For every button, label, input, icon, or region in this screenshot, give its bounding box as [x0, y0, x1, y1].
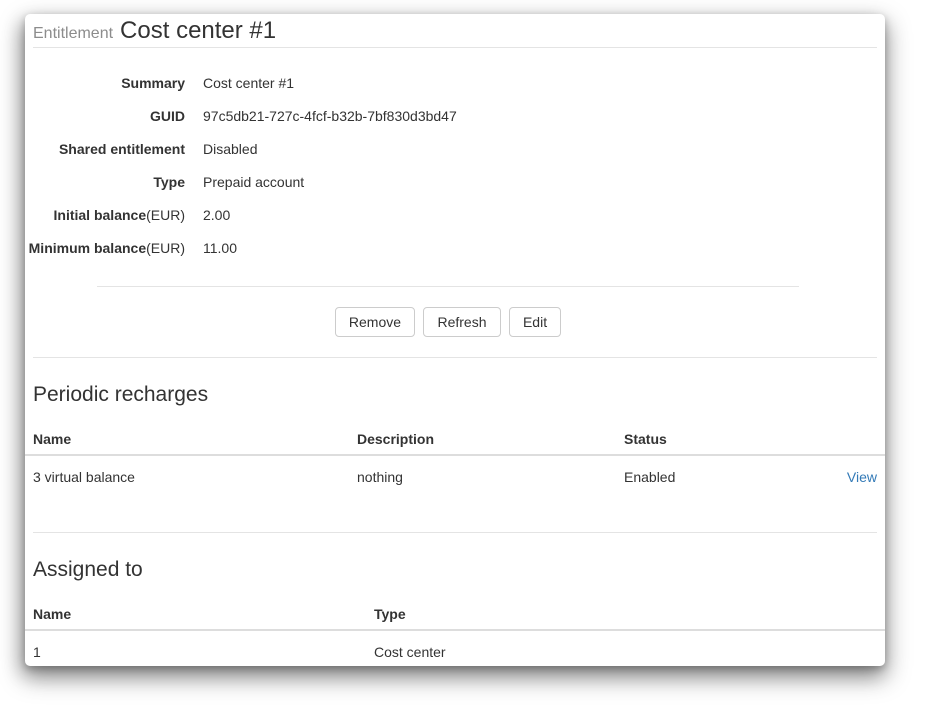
page-header: Entitlement Cost center #1	[33, 14, 877, 48]
detail-value: Disabled	[185, 140, 257, 159]
detail-label-text: Shared entitlement	[59, 141, 185, 157]
detail-label: Shared entitlement	[25, 140, 185, 159]
details-list: Summary Cost center #1 GUID 97c5db21-727…	[25, 74, 885, 258]
assigned-to-heading: Assigned to	[33, 557, 877, 583]
table-row: 3 virtual balance nothing Enabled View	[25, 455, 885, 503]
assigned-name-cell: 1	[25, 630, 366, 666]
action-buttons: Remove Refresh Edit	[97, 307, 799, 337]
periodic-recharges-heading: Periodic recharges	[33, 382, 877, 408]
remove-button[interactable]: Remove	[335, 307, 415, 337]
recharge-action-cell: View	[812, 455, 885, 503]
detail-label-suffix: (EUR)	[146, 240, 185, 256]
detail-row-shared-entitlement: Shared entitlement Disabled	[25, 140, 885, 159]
form-actions-divider	[97, 286, 799, 287]
detail-label: GUID	[25, 107, 185, 126]
detail-label-text: Minimum balance	[29, 240, 146, 256]
detail-label: Minimum balance(EUR)	[25, 239, 185, 258]
recharge-description-cell: nothing	[349, 455, 616, 503]
column-header-actions	[812, 424, 885, 455]
detail-row-guid: GUID 97c5db21-727c-4fcf-b32b-7bf830d3bd4…	[25, 107, 885, 126]
column-header-type: Type	[366, 599, 885, 630]
assigned-type-cell: Cost center	[366, 630, 885, 666]
detail-label: Summary	[25, 74, 185, 93]
entitlement-detail-card: Entitlement Cost center #1 Summary Cost c…	[25, 14, 885, 666]
table-header-row: Name Description Status	[25, 424, 885, 455]
assigned-to-table: Name Type 1 Cost center	[25, 599, 885, 666]
section-divider	[33, 357, 877, 358]
detail-row-initial-balance: Initial balance(EUR) 2.00	[25, 206, 885, 225]
column-header-name: Name	[25, 424, 349, 455]
detail-value: Prepaid account	[185, 173, 304, 192]
detail-label-text: GUID	[150, 108, 185, 124]
edit-button[interactable]: Edit	[509, 307, 561, 337]
table-row: 1 Cost center	[25, 630, 885, 666]
recharge-name-cell: 3 virtual balance	[25, 455, 349, 503]
column-header-status: Status	[616, 424, 812, 455]
refresh-button[interactable]: Refresh	[423, 307, 500, 337]
view-link[interactable]: View	[847, 469, 877, 485]
column-header-name: Name	[25, 599, 366, 630]
detail-row-type: Type Prepaid account	[25, 173, 885, 192]
column-header-description: Description	[349, 424, 616, 455]
detail-value: 11.00	[185, 239, 237, 258]
detail-label-text: Initial balance	[54, 207, 147, 223]
entity-type-label: Entitlement	[33, 25, 113, 42]
detail-row-minimum-balance: Minimum balance(EUR) 11.00	[25, 239, 885, 258]
detail-label: Initial balance(EUR)	[25, 206, 185, 225]
detail-label-text: Summary	[121, 75, 185, 91]
detail-label: Type	[25, 173, 185, 192]
detail-label-suffix: (EUR)	[146, 207, 185, 223]
page-title: Cost center #1	[120, 17, 276, 44]
detail-value: Cost center #1	[185, 74, 294, 93]
detail-label-text: Type	[153, 174, 185, 190]
detail-row-summary: Summary Cost center #1	[25, 74, 885, 93]
recharge-status-cell: Enabled	[616, 455, 812, 503]
detail-value: 97c5db21-727c-4fcf-b32b-7bf830d3bd47	[185, 107, 457, 126]
detail-value: 2.00	[185, 206, 230, 225]
periodic-recharges-table: Name Description Status 3 virtual balanc…	[25, 424, 885, 503]
section-divider	[33, 532, 877, 533]
table-header-row: Name Type	[25, 599, 885, 630]
